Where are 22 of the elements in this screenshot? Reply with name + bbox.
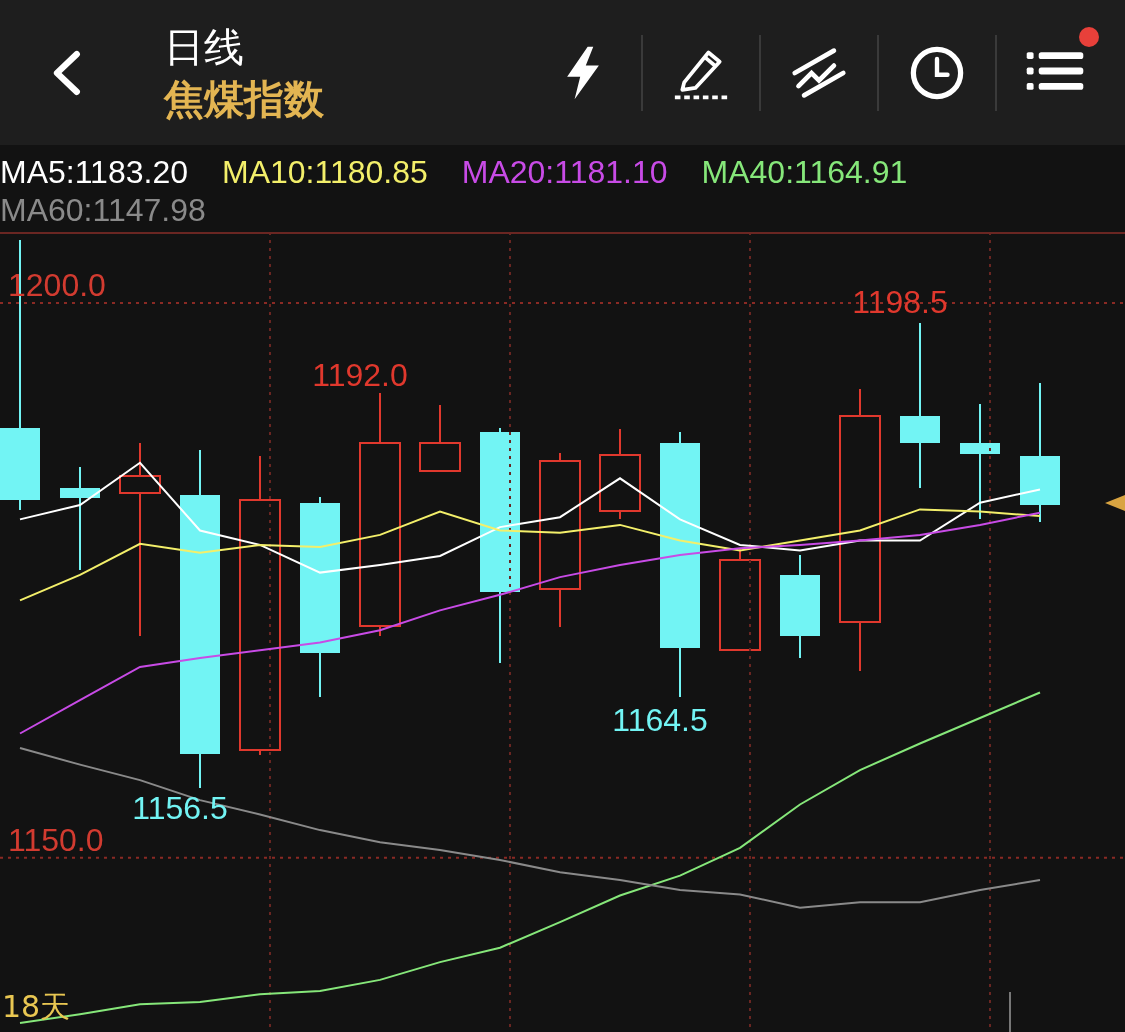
notification-dot [1079,26,1099,47]
price-label: 1192.0 [312,357,408,393]
price-label: 1164.5 [612,702,708,738]
moving-average-value: :1180.85 [305,154,428,190]
series-name: MA60 [0,192,84,228]
period-label: 日线 [164,23,245,70]
price-marker-icon [1105,495,1125,511]
series-name: MA40 [701,154,786,190]
price-label: 1198.5 [852,284,948,320]
moving-average-value: :1164.91 [785,154,908,190]
series-name: MA20 [461,154,546,190]
day-count-label: 18天 [2,989,71,1024]
axis-label: 1150.0 [8,821,104,858]
series-name: MA10 [222,154,306,190]
index-title: 焦煤指数 [164,75,324,122]
moving-average-value: :1183.20 [65,154,188,190]
cursor-line [1009,991,1011,1032]
series-name: MA5 [0,154,66,190]
moving-average-value: :1147.98 [83,192,206,228]
rising-candlestick [419,404,461,472]
price-label: 1156.5 [132,790,228,826]
moving-average-value: :1181.10 [545,154,668,190]
